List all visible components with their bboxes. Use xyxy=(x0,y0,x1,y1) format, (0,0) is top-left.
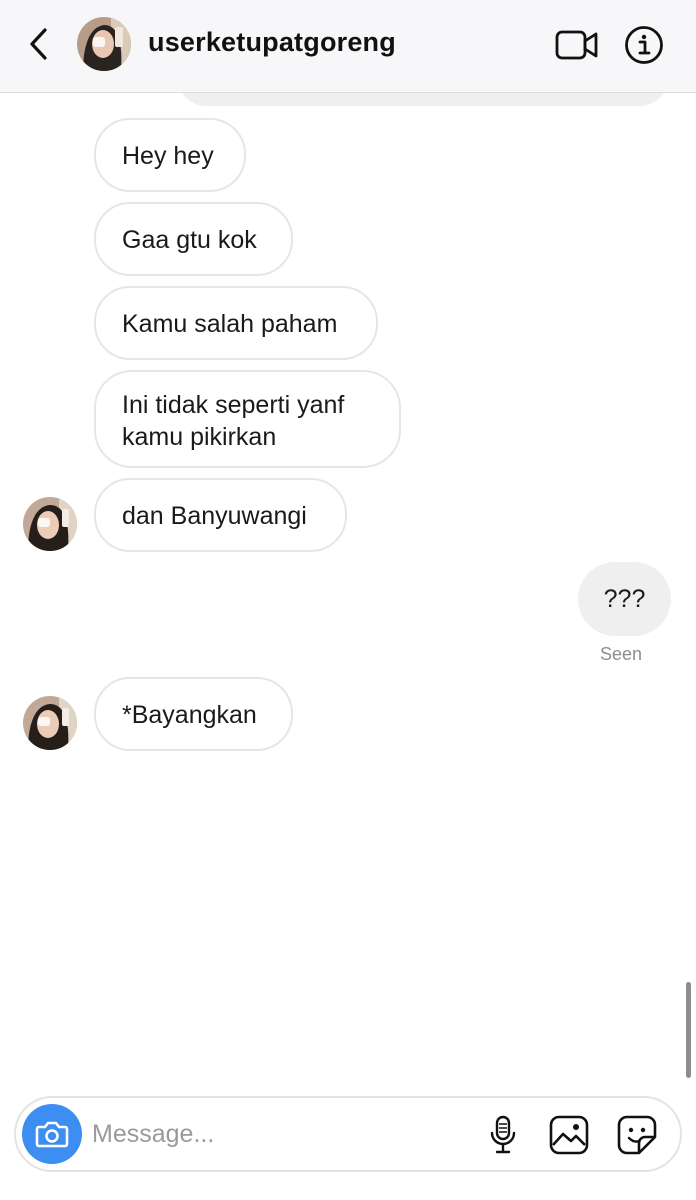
voice-message-button[interactable] xyxy=(480,1112,526,1158)
seen-status: Seen xyxy=(600,644,643,664)
back-button[interactable] xyxy=(20,24,56,64)
incoming-message-bubble[interactable]: Hey hey xyxy=(94,118,246,192)
camera-button[interactable] xyxy=(22,1104,82,1164)
outgoing-message-bubble[interactable]: ??? xyxy=(578,562,671,636)
info-button[interactable] xyxy=(622,23,666,67)
info-icon xyxy=(625,26,663,64)
chat-header: userketupatgoreng xyxy=(0,0,696,93)
incoming-message-bubble[interactable]: *Bayangkan xyxy=(94,677,293,751)
message-text: dan Banyuwangi xyxy=(122,502,307,530)
direct-message-screen: userketupatgoreng Hey hey Gaa gtu kok Ka… xyxy=(0,0,696,1200)
sender-avatar[interactable] xyxy=(23,696,77,750)
scrollbar[interactable] xyxy=(686,982,691,1078)
message-text: Gaa gtu kok xyxy=(122,226,257,254)
message-text-line: Ini tidak seperti yanf xyxy=(122,391,345,419)
video-camera-icon xyxy=(555,30,598,60)
incoming-message-bubble[interactable]: Kamu salah paham xyxy=(94,286,378,360)
chat-username[interactable]: userketupatgoreng xyxy=(148,27,396,58)
avatar[interactable] xyxy=(77,17,131,71)
camera-icon xyxy=(35,1121,69,1148)
video-call-button[interactable] xyxy=(553,25,601,65)
sticker-button[interactable] xyxy=(614,1112,660,1158)
message-text: ??? xyxy=(603,585,646,613)
message-text: Kamu salah paham xyxy=(122,310,338,338)
microphone-icon xyxy=(490,1115,516,1154)
incoming-message-bubble[interactable]: dan Banyuwangi xyxy=(94,478,347,552)
gallery-button[interactable] xyxy=(546,1112,592,1158)
message-text: *Bayangkan xyxy=(122,701,257,729)
message-composer xyxy=(14,1096,682,1172)
chevron-left-icon xyxy=(30,28,47,60)
sticker-icon xyxy=(617,1115,657,1155)
image-icon xyxy=(549,1115,589,1155)
sender-avatar[interactable] xyxy=(23,497,77,551)
incoming-message-bubble[interactable]: Ini tidak seperti yanf kamu pikirkan xyxy=(94,370,401,468)
incoming-message-bubble[interactable]: Gaa gtu kok xyxy=(94,202,293,276)
message-input[interactable] xyxy=(92,1112,452,1156)
message-text-line: kamu pikirkan xyxy=(122,423,277,451)
message-text: Hey hey xyxy=(122,142,214,170)
